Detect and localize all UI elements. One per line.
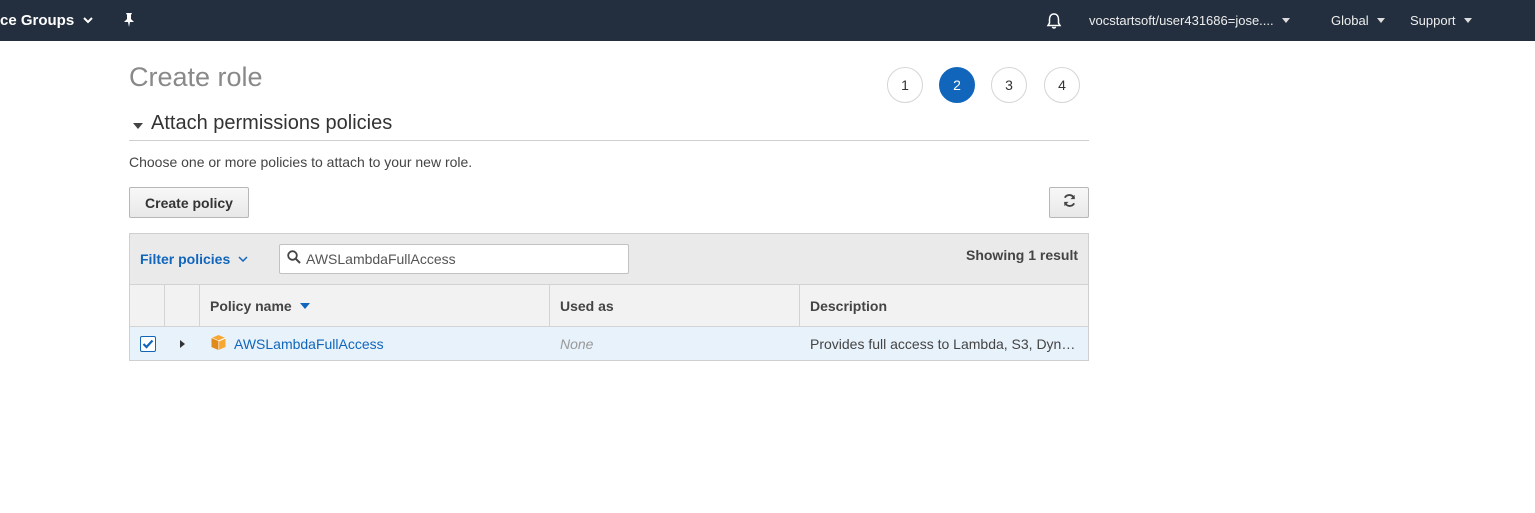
resource-groups-menu[interactable]: ce Groups	[0, 0, 93, 41]
chevron-down-icon	[83, 17, 93, 24]
support-label: Support	[1410, 13, 1456, 28]
bell-icon[interactable]	[1045, 12, 1063, 35]
support-menu[interactable]: Support	[1410, 0, 1472, 41]
create-policy-button[interactable]: Create policy	[129, 187, 249, 218]
search-icon	[287, 249, 301, 269]
policy-search-input[interactable]	[306, 251, 606, 267]
used-as-cell: None	[550, 327, 800, 360]
account-menu[interactable]: vocstartsoft/user431686=jose....	[1089, 0, 1290, 41]
policy-name-link[interactable]: AWSLambdaFullAccess	[234, 336, 384, 352]
pin-icon[interactable]	[122, 12, 136, 33]
filter-policies-label: Filter policies	[140, 251, 231, 267]
chevron-down-icon	[238, 256, 248, 262]
refresh-icon	[1062, 193, 1077, 213]
aws-box-icon	[210, 334, 227, 354]
description-column-header[interactable]: Description	[800, 285, 1088, 326]
sort-desc-icon	[299, 302, 310, 309]
row-expand-cell	[165, 327, 200, 360]
section-header[interactable]: Attach permissions policies	[129, 112, 1089, 141]
description-value: Provides full access to Lambda, S3, Dyna…	[810, 335, 1080, 352]
filter-policies-dropdown[interactable]: Filter policies	[140, 251, 248, 267]
page-title: Create role	[129, 62, 263, 92]
wizard-step-1[interactable]: 1	[887, 67, 923, 103]
section-title: Attach permissions policies	[151, 112, 393, 134]
table-row[interactable]: AWSLambdaFullAccess None Provides full a…	[130, 327, 1088, 360]
filter-bar: Filter policies Showing 1 result	[130, 234, 1088, 285]
policy-search-box[interactable]	[279, 244, 629, 274]
expand-column-header	[165, 285, 200, 326]
policy-name-header-label: Policy name	[210, 297, 292, 314]
used-as-header-label: Used as	[560, 297, 614, 314]
row-select-cell	[130, 327, 165, 360]
policies-table: Filter policies Showing 1 result Policy …	[129, 233, 1089, 361]
wizard-step-2[interactable]: 2	[939, 67, 975, 103]
table-header: Policy name Used as Description	[130, 285, 1088, 327]
description-header-label: Description	[810, 297, 888, 314]
section-description: Choose one or more policies to attach to…	[129, 154, 473, 170]
caret-down-icon	[1281, 18, 1290, 23]
region-label: Global	[1331, 13, 1369, 28]
wizard-step-3[interactable]: 3	[991, 67, 1027, 103]
account-label: vocstartsoft/user431686=jose....	[1089, 13, 1274, 28]
select-column-header	[130, 285, 165, 326]
expand-caret-icon[interactable]	[180, 339, 185, 348]
used-as-value: None	[560, 335, 594, 352]
resource-groups-label: ce Groups	[0, 12, 75, 29]
caret-down-icon	[1376, 18, 1385, 23]
used-as-column-header[interactable]: Used as	[550, 285, 800, 326]
result-count: Showing 1 result	[965, 247, 1078, 263]
refresh-button[interactable]	[1049, 187, 1089, 218]
row-checkbox[interactable]	[139, 335, 156, 352]
description-cell: Provides full access to Lambda, S3, Dyna…	[800, 327, 1088, 360]
top-nav-bar: ce Groups vocstartsoft/user431686=jose..…	[0, 0, 1535, 41]
wizard-step-4[interactable]: 4	[1044, 67, 1080, 103]
collapse-triangle-icon	[133, 123, 143, 129]
region-menu[interactable]: Global	[1331, 0, 1385, 41]
caret-down-icon	[1463, 18, 1472, 23]
policy-name-cell: AWSLambdaFullAccess	[200, 327, 550, 360]
policy-name-column-header[interactable]: Policy name	[200, 285, 550, 326]
